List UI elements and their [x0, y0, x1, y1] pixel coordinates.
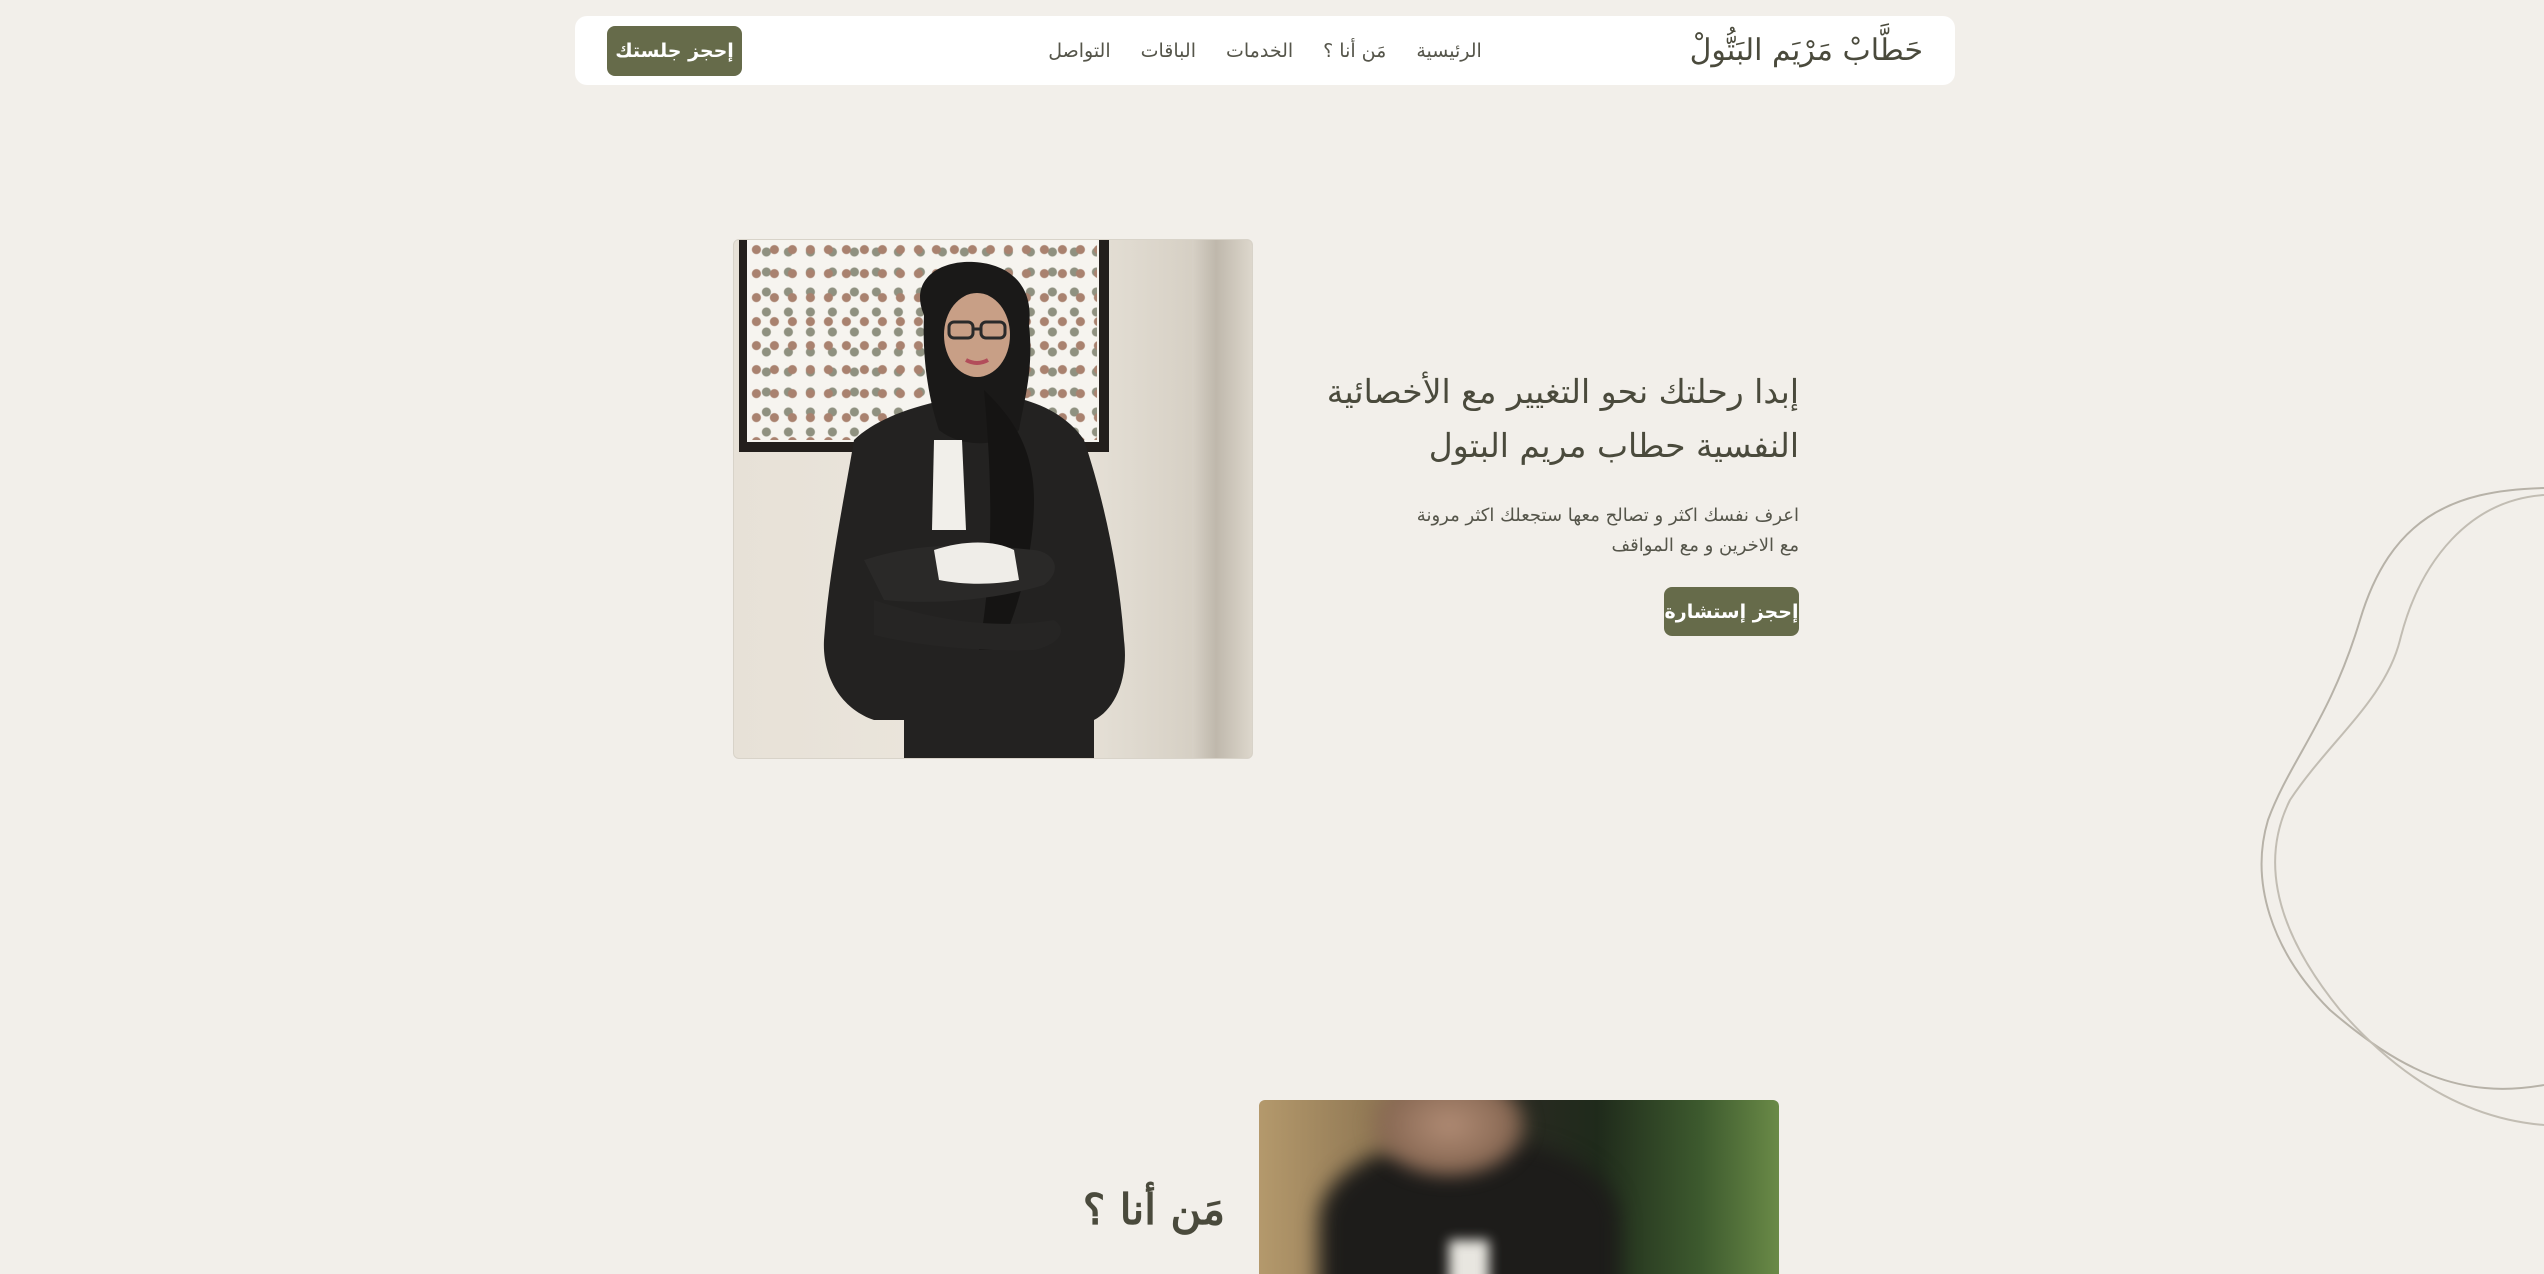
- main-nav: الرئيسية مَن أنا ؟ الخدمات الباقات التوا…: [1048, 40, 1482, 62]
- nav-link-home[interactable]: الرئيسية: [1416, 40, 1481, 62]
- navbar: حَطَّابْ مَرْيَم البَتُّولْ الرئيسية مَن…: [575, 16, 1955, 85]
- decorative-curves: [2260, 487, 2544, 1126]
- page: حَطَّابْ مَرْيَم البَتُّولْ الرئيسية مَن…: [0, 0, 2544, 1274]
- hero-subtitle-line-1: اعرف نفسك اكثر و تصالح معها ستجعلك اكثر …: [1416, 505, 1799, 526]
- nav-link-services[interactable]: الخدمات: [1226, 40, 1293, 62]
- about-title: مَن أنا ؟: [1082, 1185, 1225, 1234]
- book-session-button[interactable]: إحجز جلستك: [607, 25, 742, 76]
- hero-photo: [733, 239, 1253, 759]
- nav-link-packages[interactable]: الباقات: [1141, 40, 1196, 62]
- about-photo: [1259, 1100, 1779, 1274]
- hero-subtitle: اعرف نفسك اكثر و تصالح معها ستجعلك اكثر …: [1239, 501, 1799, 561]
- nav-link-contact[interactable]: التواصل: [1048, 40, 1110, 62]
- hero-subtitle-line-2: مع الاخرين و مع المواقف: [1611, 535, 1800, 556]
- nav-link-about[interactable]: مَن أنا ؟: [1323, 40, 1386, 62]
- book-consultation-button[interactable]: إحجز إستشارة: [1664, 587, 1799, 636]
- brand-logo[interactable]: حَطَّابْ مَرْيَم البَتُّولْ: [1690, 33, 1923, 68]
- hero-title-line-2: النفسية حطاب مريم البتول: [1428, 426, 1799, 465]
- hero-title: إبدا رحلتك نحو التغيير مع الأخصائية النف…: [1239, 365, 1799, 473]
- hero-title-line-1: إبدا رحلتك نحو التغيير مع الأخصائية: [1326, 372, 1799, 411]
- portrait-figure: [823, 261, 1125, 758]
- hero-section: إبدا رحلتك نحو التغيير مع الأخصائية النف…: [1239, 365, 1799, 636]
